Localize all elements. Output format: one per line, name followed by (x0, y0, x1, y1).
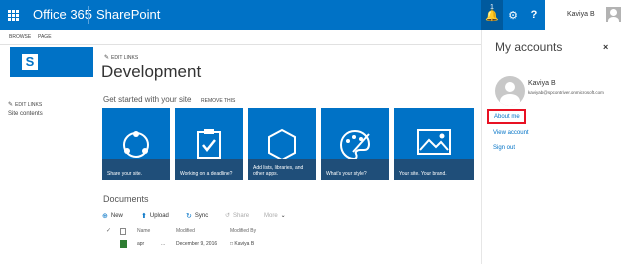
settings-button[interactable]: ⚙ (502, 0, 524, 30)
user-name: Kaviya B (567, 11, 595, 18)
documents-title[interactable]: Documents (103, 194, 149, 204)
share-icon: ↺ (225, 213, 231, 219)
user-menu-button[interactable]: Kaviya B (545, 0, 624, 30)
tile-share-site[interactable]: Share your site. (102, 108, 170, 180)
avatar (495, 76, 525, 106)
tile-caption: Working on a deadline? (175, 159, 243, 180)
gear-icon: ⚙ (508, 9, 518, 22)
ribbon: BROWSE PAGE (0, 30, 481, 44)
pencil-icon: ✎ (104, 55, 110, 61)
new-button[interactable]: ⊕ New (102, 212, 123, 220)
tile-caption: What's your style? (321, 159, 389, 180)
app-launcher-icon[interactable] (0, 0, 27, 30)
sign-out-link[interactable]: Sign out (493, 145, 515, 151)
sharepoint-logo-icon: S (22, 54, 38, 70)
row-modified: December 9, 2016 (176, 241, 218, 247)
ribbon-divider (0, 44, 481, 45)
avatar (606, 7, 621, 22)
file-icon (120, 240, 127, 248)
edit-links-top[interactable]: ✎ EDIT LINKS (104, 54, 138, 61)
sharepoint-app-name[interactable]: SharePoint (96, 7, 160, 22)
close-icon[interactable]: × (603, 42, 608, 52)
tile-deadline[interactable]: Working on a deadline? (175, 108, 243, 180)
column-header-name[interactable]: Name (137, 228, 150, 234)
document-type-icon (120, 228, 126, 235)
column-header-modified[interactable]: Modified (176, 228, 195, 234)
remove-this-link[interactable]: REMOVE THIS (201, 98, 235, 104)
row-modified-by: □ Kaviya B (230, 241, 255, 247)
view-account-link[interactable]: View account (493, 130, 529, 136)
get-started-heading: Get started with your site (103, 95, 192, 104)
tile-add-apps[interactable]: Add lists, libraries, and other apps. (248, 108, 316, 180)
suite-bar: Office 365 SharePoint 🔔 1 ⚙ ? Kaviya B (0, 0, 624, 30)
row-name[interactable]: apr (137, 241, 144, 247)
hexagon-icon (268, 128, 296, 162)
help-button[interactable]: ? (523, 0, 545, 30)
upload-icon: ⬆ (141, 213, 147, 220)
office365-brand[interactable]: Office 365 (33, 7, 92, 22)
row-ellipsis-button[interactable]: ... (161, 241, 165, 247)
share-icon (123, 131, 149, 158)
sync-button[interactable]: ↻ Sync (186, 212, 208, 220)
clipboard-check-icon (197, 129, 221, 159)
pencil-icon: ✎ (8, 102, 14, 108)
image-icon (417, 129, 451, 155)
tile-caption: Add lists, libraries, and other apps. (248, 159, 316, 180)
edit-links-left[interactable]: ✎ EDIT LINKS (8, 101, 42, 108)
tile-caption: Share your site. (102, 159, 170, 180)
notification-count: 1 (490, 4, 494, 11)
site-logo[interactable]: S (10, 47, 93, 77)
tab-page[interactable]: PAGE (38, 34, 52, 40)
sidebar-item-site-contents[interactable]: Site contents (8, 111, 43, 117)
upload-button[interactable]: ⬆ Upload (141, 212, 169, 220)
tile-style[interactable]: What's your style? (321, 108, 389, 180)
help-icon: ? (530, 9, 538, 21)
sync-icon: ↻ (186, 213, 192, 220)
column-header-modified-by[interactable]: Modified By (230, 228, 256, 234)
account-name: Kaviya B (528, 80, 556, 87)
suite-divider (88, 6, 89, 24)
tile-caption: Your site. Your brand. (394, 159, 474, 180)
tab-browse[interactable]: BROWSE (9, 34, 31, 40)
select-all-check-icon[interactable]: ✓ (106, 227, 111, 234)
share-button[interactable]: ↺ Share (225, 212, 249, 220)
about-me-link[interactable]: About me (487, 109, 526, 124)
more-button[interactable]: More ⌄ (264, 212, 286, 220)
chevron-down-icon: ⌄ (280, 213, 286, 219)
tile-brand[interactable]: Your site. Your brand. (394, 108, 474, 180)
palette-icon (339, 129, 371, 161)
panel-title: My accounts (495, 40, 563, 54)
plus-circle-icon: ⊕ (102, 213, 108, 220)
my-accounts-panel: My accounts × Kaviya B kaviyab@spcontriv… (481, 30, 624, 264)
account-email: kaviyab@spcontriver.onmicrosoft.com (528, 90, 604, 95)
page-title[interactable]: Development (101, 62, 201, 82)
